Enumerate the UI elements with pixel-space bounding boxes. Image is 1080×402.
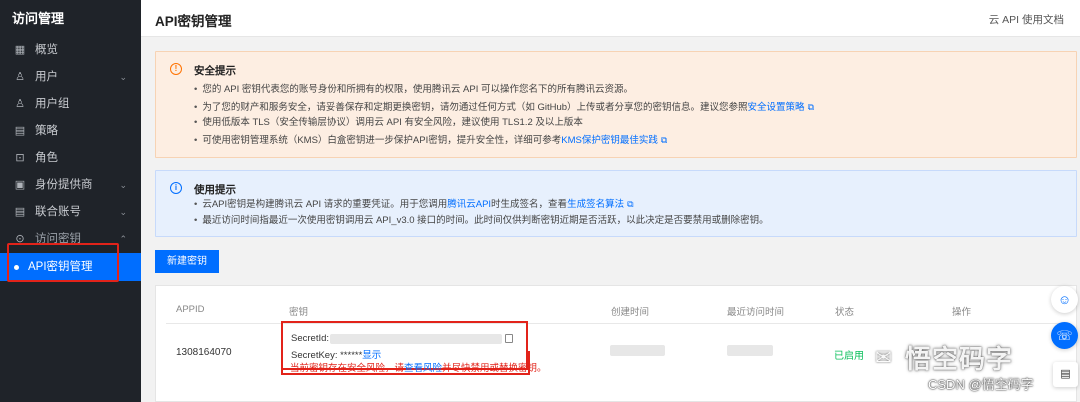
redacted-created-time: [610, 345, 665, 356]
sidebar-item-identity-providers[interactable]: ▣ 身份提供商 ⌄: [0, 172, 141, 199]
security-tip-alert: ! 安全提示 您的 API 密钥代表您的账号身份和所拥有的权限，使用腾讯云 AP…: [155, 51, 1077, 158]
smiley-icon[interactable]: ☺: [1051, 286, 1078, 313]
alert-line: 最近访问时间指最近一次使用密钥调用云 API_v3.0 接口的时间。此时间仅供判…: [194, 213, 768, 230]
alert-line: 云API密钥是构建腾讯云 API 请求的重要凭证。用于您调用腾讯云API时生成签…: [194, 196, 769, 213]
support-icon[interactable]: ☏: [1051, 322, 1078, 349]
alert-line: 您的 API 密钥代表您的账号身份和所拥有的权限，使用腾讯云 API 可以操作您…: [194, 82, 814, 99]
page-header: API密钥管理 云 API 使用文档: [141, 0, 1080, 37]
sidebar-item-label: 用户: [35, 71, 58, 83]
info-icon: i: [170, 182, 182, 194]
external-link-icon: ⧉: [807, 101, 814, 112]
sidebar-item-user-groups[interactable]: ♙ 用户组: [0, 91, 141, 118]
alert-line: 使用低版本 TLS（安全传输层协议）调用云 API 有安全风险，建议使用 TLS…: [194, 115, 814, 132]
chevron-down-icon: ⌄: [119, 207, 127, 217]
watermark-credit: CSDN @悟空码字: [928, 377, 1034, 392]
chevron-down-icon: ⌄: [119, 72, 127, 82]
watermark-title: 悟空码字: [905, 344, 1014, 374]
account-icon: ▤: [14, 206, 26, 218]
status-badge: 已启用: [834, 351, 864, 362]
sidebar-item-label: 概览: [35, 44, 58, 56]
kms-best-practice-link[interactable]: KMS保护密钥最佳实践: [561, 135, 658, 146]
alert-line: 为了您的财产和服务安全，请妥善保存和定期更换密钥，请勿通过任何方式（如 GitH…: [194, 99, 814, 116]
new-key-button[interactable]: 新建密钥: [155, 250, 219, 273]
user-group-icon: ♙: [15, 98, 25, 110]
usage-tip-alert: i 使用提示 云API密钥是构建腾讯云 API 请求的重要凭证。用于您调用腾讯云…: [155, 170, 1077, 237]
chevron-down-icon: ⌄: [119, 180, 127, 190]
warning-icon: !: [170, 63, 182, 75]
highlight-box: [281, 351, 530, 375]
alert-line: 可使用密钥管理系统（KMS）白盒密钥进一步保护API密钥，提升安全性，详细可参考…: [194, 132, 814, 149]
sidebar-item-label: 角色: [35, 152, 58, 164]
highlight-box: [7, 243, 119, 282]
sidebar: 访问管理 ▦ 概览 ♙ 用户 ⌄ ♙ 用户组 ▤ 策略 ⊡ 角色 ▣ 身份提供商…: [0, 0, 141, 402]
grid-icon: ▦: [14, 44, 26, 56]
column-header-status: 状态: [835, 307, 855, 318]
column-header-key: 密钥: [289, 307, 309, 318]
signature-algorithm-link[interactable]: 生成签名算法: [567, 199, 624, 210]
role-icon: ⊡: [15, 152, 25, 164]
api-docs-link[interactable]: 云 API 使用文档: [989, 12, 1064, 27]
column-header-last-access: 最近访问时间: [727, 307, 785, 318]
chevron-up-icon: ⌃: [119, 234, 127, 244]
column-header-created: 创建时间: [611, 307, 650, 318]
tencent-api-link[interactable]: 腾讯云API: [447, 199, 491, 210]
sidebar-item-overview[interactable]: ▦ 概览: [0, 37, 141, 64]
alert-title: 安全提示: [194, 65, 236, 77]
wechat-icon: ✉: [875, 347, 892, 369]
page-title: API密钥管理: [155, 14, 232, 29]
policy-icon: ▤: [14, 125, 26, 137]
sidebar-item-label: 策略: [35, 125, 58, 137]
column-header-appid: APPID: [176, 304, 205, 315]
sidebar-item-federated-accounts[interactable]: ▤ 联合账号 ⌄: [0, 199, 141, 226]
security-policy-link[interactable]: 安全设置策略: [748, 102, 805, 113]
column-header-actions: 操作: [952, 307, 972, 318]
sidebar-title: 访问管理: [12, 11, 65, 26]
appid-cell: 1308164070: [176, 347, 232, 358]
external-link-icon: ⧉: [627, 199, 634, 209]
alert-title: 使用提示: [194, 184, 236, 196]
user-icon: ♙: [15, 71, 25, 83]
sidebar-item-policies[interactable]: ▤ 策略: [0, 118, 141, 145]
external-link-icon: ⧉: [660, 134, 668, 145]
sidebar-item-label: 用户组: [35, 98, 70, 110]
identity-icon: ▣: [14, 179, 26, 191]
sidebar-item-label: 身份提供商: [35, 179, 93, 191]
message-icon[interactable]: ▤: [1053, 362, 1078, 387]
sidebar-item-label: 联合账号: [35, 206, 81, 218]
redacted-last-access-time: [727, 345, 773, 356]
sidebar-item-users[interactable]: ♙ 用户 ⌄: [0, 64, 141, 91]
sidebar-item-roles[interactable]: ⊡ 角色: [0, 145, 141, 172]
